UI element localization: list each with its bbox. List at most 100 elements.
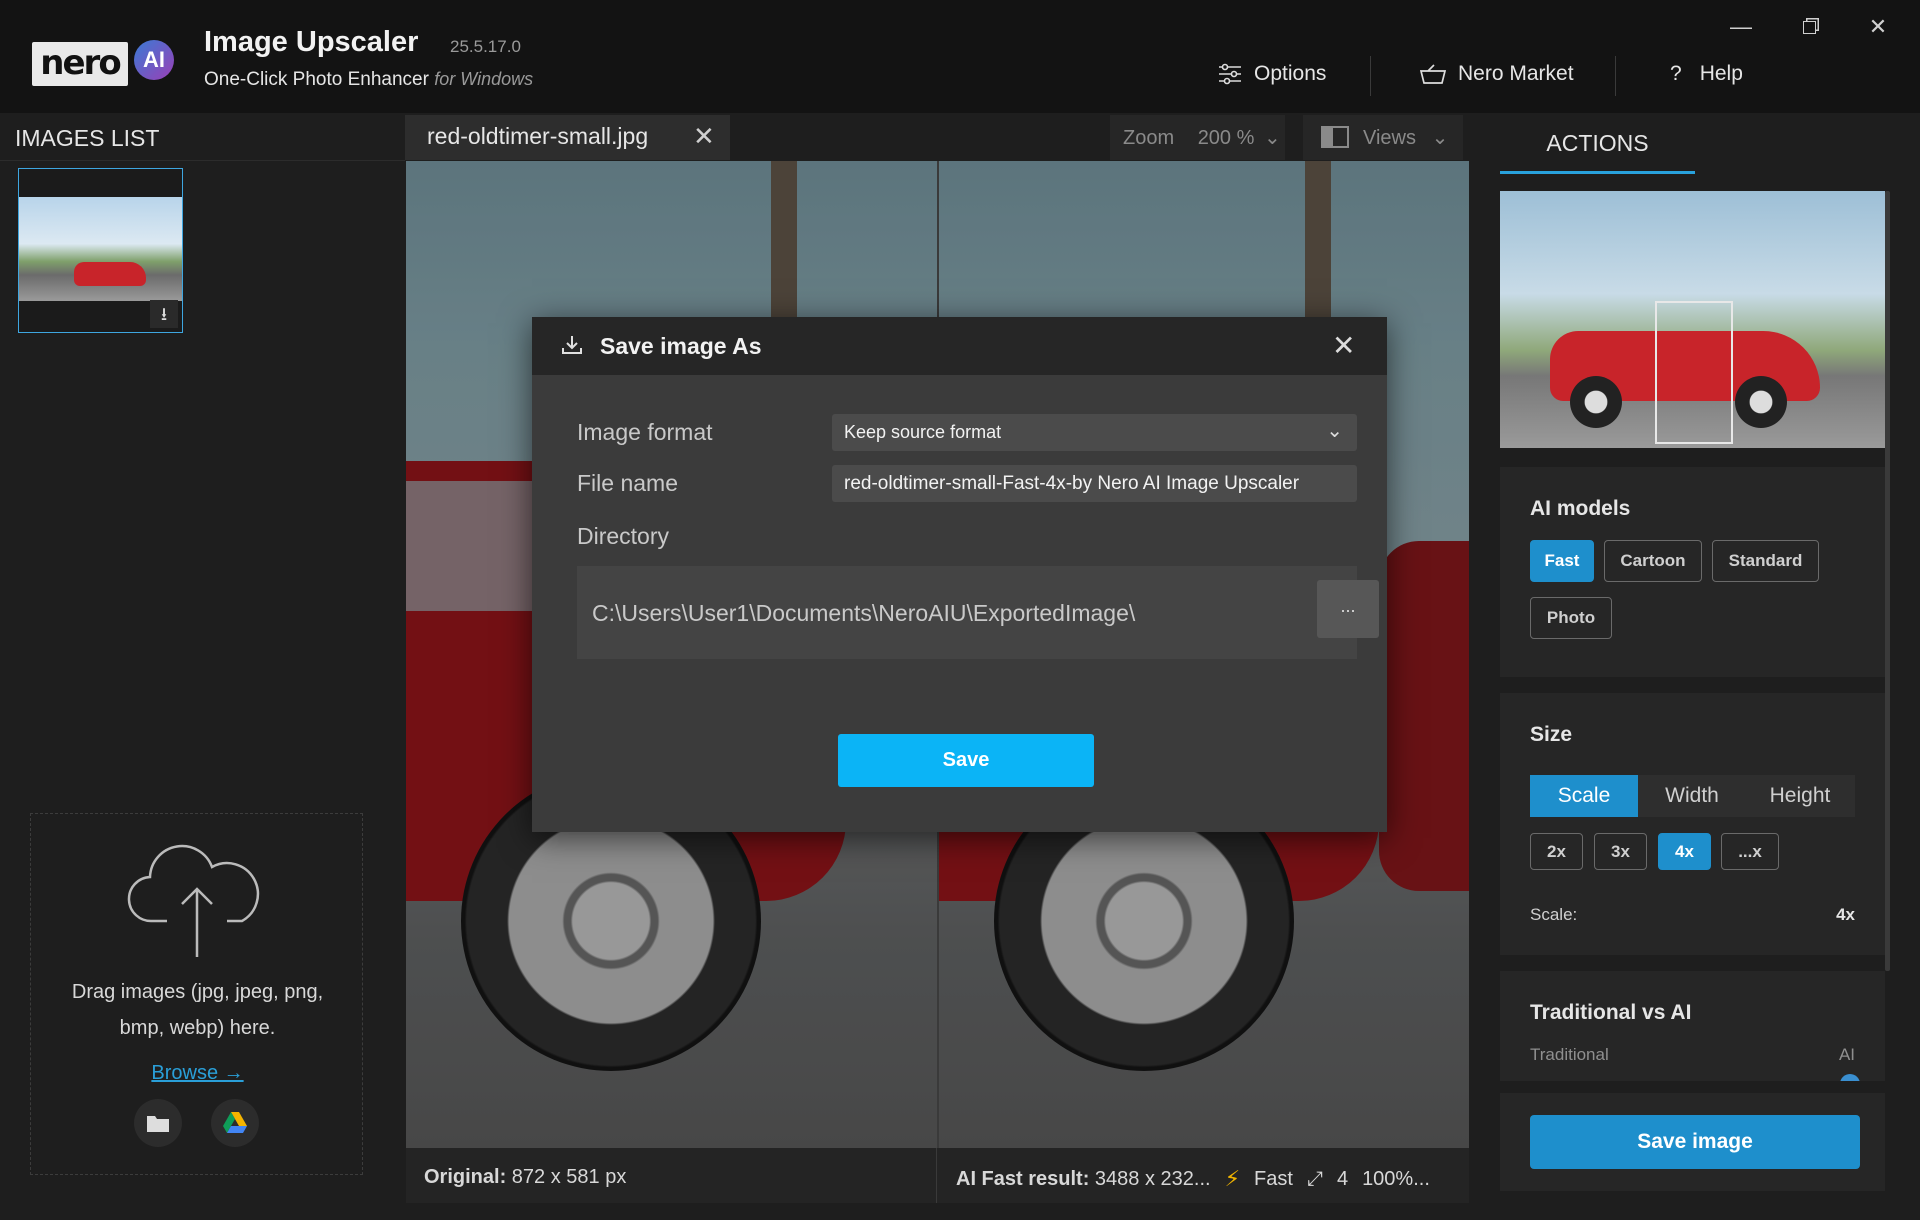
- dialog-title: Save image As: [600, 333, 762, 359]
- folder-icon: [147, 1116, 169, 1132]
- folder-button[interactable]: [134, 1099, 182, 1147]
- model-cartoon-button[interactable]: Cartoon: [1604, 540, 1702, 582]
- subtitle-text: One-Click Photo Enhancer: [204, 69, 429, 90]
- cart-icon: [1420, 64, 1446, 84]
- scale-value: 4x: [1836, 905, 1855, 924]
- directory-path: C:\Users\User1\Documents\NeroAIU\Exporte…: [592, 600, 1136, 626]
- save-image-dialog: Save image As ✕ Image format Keep source…: [532, 317, 1387, 832]
- thumbnail-image: [19, 197, 182, 301]
- scale-label: Scale:: [1530, 905, 1578, 924]
- dialog-close-icon[interactable]: ✕: [1332, 329, 1355, 362]
- zoom-value: 200 %: [1197, 127, 1255, 149]
- options-button[interactable]: Options: [1218, 62, 1326, 86]
- viewport-selection[interactable]: [1655, 301, 1733, 444]
- result-status: AI Fast result: 3488 x 232... ⚡ Fast ⤢ 4…: [956, 1166, 1430, 1192]
- close-window-button[interactable]: ✕: [1858, 14, 1898, 40]
- image-thumbnail[interactable]: ⭳: [18, 168, 183, 333]
- zoom-dropdown[interactable]: Zoom 200 % ⌄: [1110, 115, 1285, 160]
- views-label: Views: [1363, 127, 1416, 149]
- drop-text-line2: bmp, webp) here.: [119, 1017, 276, 1039]
- app-version: 25.5.17.0: [450, 37, 521, 56]
- drop-instructions: Drag images (jpg, jpeg, png, bmp, webp) h…: [31, 974, 364, 1046]
- download-icon: [562, 336, 582, 354]
- nero-market-button[interactable]: Nero Market: [1420, 62, 1574, 86]
- minimize-button[interactable]: —: [1721, 14, 1761, 40]
- app-subtitle: One-Click Photo Enhancer for Windows: [204, 69, 533, 91]
- car-shape: [74, 262, 146, 286]
- directory-field[interactable]: C:\Users\User1\Documents\NeroAIU\Exporte…: [577, 566, 1379, 659]
- tab-height[interactable]: Height: [1746, 775, 1854, 817]
- size-card: Size Scale Width Height 2x 3x 4x ...x Sc…: [1500, 693, 1885, 955]
- file-name-label: File name: [577, 470, 678, 496]
- nero-logo: nero: [32, 42, 128, 86]
- chevron-down-icon: ⌄: [1431, 127, 1449, 149]
- scale-custom-button[interactable]: ...x: [1721, 833, 1779, 870]
- model-standard-button[interactable]: Standard: [1712, 540, 1819, 582]
- title-bar: nero AI Image Upscaler 25.5.17.0 One-Cli…: [0, 0, 1920, 113]
- image-format-select[interactable]: Keep source format ⌄: [832, 414, 1357, 451]
- traditional-vs-ai-card: Traditional vs AI Traditional AI: [1500, 971, 1885, 1081]
- comparison-slider-handle[interactable]: [1840, 1074, 1860, 1081]
- status-bar: Original: 872 x 581 px AI Fast result: 3…: [406, 1148, 1469, 1203]
- drop-zone[interactable]: Drag images (jpg, jpeg, png, bmp, webp) h…: [30, 813, 363, 1175]
- traditional-label: Traditional: [1530, 1045, 1609, 1064]
- file-name-input[interactable]: red-oldtimer-small-Fast-4x-by Nero AI Im…: [832, 465, 1357, 502]
- original-size-status: Original: 872 x 581 px: [424, 1166, 626, 1189]
- tab-width[interactable]: Width: [1638, 775, 1746, 817]
- google-drive-button[interactable]: [211, 1099, 259, 1147]
- zoom-label: Zoom: [1123, 127, 1175, 149]
- nero-market-label: Nero Market: [1458, 62, 1574, 85]
- drop-text-line1: Drag images (jpg, jpeg, png,: [71, 981, 324, 1003]
- split-view-icon: [1321, 126, 1349, 148]
- result-value: 3488 x 232...: [1094, 1167, 1211, 1190]
- model-photo-button[interactable]: Photo: [1530, 597, 1612, 639]
- scrollbar[interactable]: [1885, 191, 1890, 971]
- tab-actions[interactable]: ACTIONS: [1500, 116, 1695, 174]
- help-label: Help: [1699, 62, 1743, 85]
- size-mode-tabs: Scale Width Height: [1530, 775, 1855, 817]
- tab-scale[interactable]: Scale: [1530, 775, 1638, 817]
- original-value: 872 x 581 px: [511, 1166, 627, 1188]
- original-label: Original:: [424, 1166, 507, 1188]
- model-fast-button[interactable]: Fast: [1530, 540, 1594, 582]
- app-title: Image Upscaler: [204, 26, 419, 58]
- navigator-preview[interactable]: [1500, 191, 1885, 448]
- restore-button[interactable]: [1789, 14, 1829, 40]
- help-button[interactable]: ? Help: [1670, 62, 1743, 86]
- tab-label: red-oldtimer-small.jpg: [427, 123, 649, 149]
- save-button[interactable]: Save: [838, 734, 1094, 787]
- browse-link[interactable]: Browse →: [31, 1062, 364, 1085]
- images-list-title: IMAGES LIST: [15, 125, 160, 151]
- status-scale: 4: [1336, 1167, 1349, 1190]
- ai-label: AI: [1838, 1045, 1855, 1064]
- ai-models-card: AI models Fast Cartoon Standard Photo: [1500, 467, 1885, 677]
- google-drive-icon: [223, 1112, 247, 1133]
- subtitle-platform: for Windows: [434, 69, 534, 89]
- traditional-vs-ai-title: Traditional vs AI: [1530, 1001, 1692, 1024]
- scale-3x-button[interactable]: 3x: [1594, 833, 1647, 870]
- ai-logo-icon: AI: [134, 40, 174, 80]
- dialog-header: Save image As ✕: [532, 317, 1387, 375]
- chevron-down-icon: ⌄: [1263, 127, 1281, 149]
- status-quality: 100%...: [1362, 1167, 1430, 1190]
- result-label: AI Fast result:: [956, 1167, 1090, 1190]
- image-format-label: Image format: [577, 419, 713, 445]
- expand-icon: ⤢: [1306, 1167, 1323, 1190]
- download-icon[interactable]: ⭳: [150, 300, 178, 328]
- image-tab[interactable]: red-oldtimer-small.jpg ✕: [405, 115, 730, 160]
- size-title: Size: [1530, 723, 1573, 746]
- image-format-value: Keep source format: [844, 422, 1002, 442]
- scale-2x-button[interactable]: 2x: [1530, 833, 1583, 870]
- directory-label: Directory: [577, 523, 670, 549]
- browse-directory-button[interactable]: ...: [1317, 580, 1379, 638]
- question-icon: ?: [1670, 62, 1682, 85]
- views-dropdown[interactable]: Views ⌄: [1303, 115, 1463, 160]
- images-list-panel: IMAGES LIST ⭳ Drag images (jpg, jpeg, pn…: [0, 113, 405, 1220]
- chevron-down-icon: ⌄: [1326, 420, 1343, 442]
- save-image-button[interactable]: Save image: [1530, 1115, 1860, 1169]
- options-label: Options: [1254, 62, 1327, 85]
- cloud-upload-icon: [127, 844, 260, 957]
- lightning-icon: ⚡: [1224, 1166, 1241, 1191]
- close-tab-icon[interactable]: ✕: [693, 121, 715, 152]
- scale-4x-button[interactable]: 4x: [1658, 833, 1711, 870]
